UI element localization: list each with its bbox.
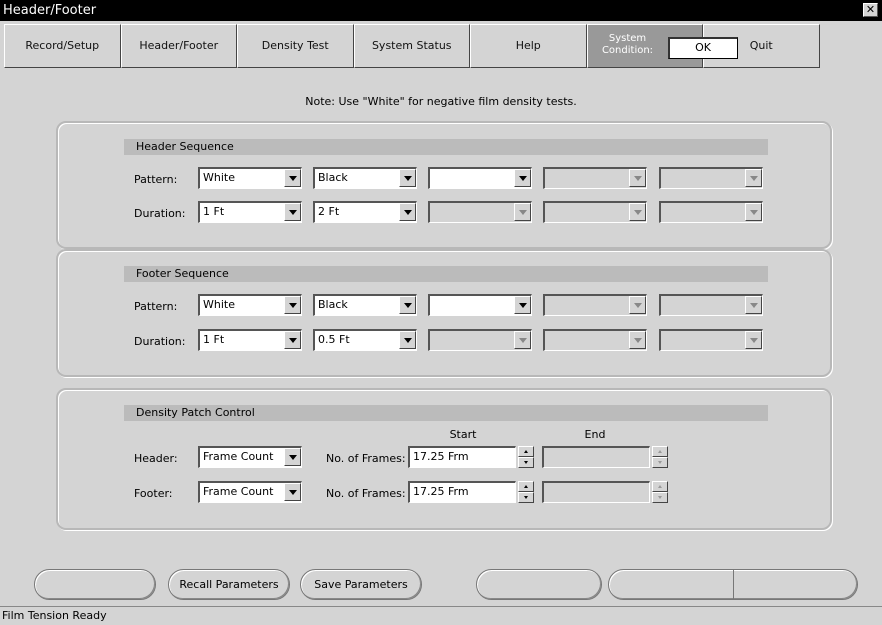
footer-duration-select-1[interactable]: 1 Ft	[198, 329, 302, 351]
chevron-down-icon[interactable]	[514, 331, 531, 349]
density-header-end-input[interactable]	[542, 446, 650, 468]
header-duration-select-1[interactable]: 1 Ft	[198, 201, 302, 223]
chevron-down-icon[interactable]	[745, 296, 762, 314]
spin-down-icon[interactable]	[518, 492, 534, 503]
chevron-down-icon[interactable]	[745, 203, 762, 221]
header-duration-select-4[interactable]	[543, 201, 647, 223]
density-footer-end-input[interactable]	[542, 481, 650, 503]
blank-button-1[interactable]	[34, 569, 156, 600]
button-divider	[733, 570, 734, 599]
header-pattern-label: Pattern:	[134, 173, 178, 186]
save-parameters-button[interactable]: Save Parameters	[300, 569, 422, 600]
chevron-down-icon[interactable]	[629, 169, 646, 187]
end-column-label: End	[584, 428, 606, 441]
density-footer-frames-label: No. of Frames:	[326, 487, 406, 500]
footer-duration-select-5[interactable]	[659, 329, 763, 351]
spin-up-icon[interactable]	[652, 446, 668, 457]
density-header-mode-select[interactable]: Frame Count	[198, 446, 302, 468]
chevron-down-icon[interactable]	[284, 296, 301, 314]
density-footer-mode-select[interactable]: Frame Count	[198, 481, 302, 503]
header-pattern-select-5[interactable]	[659, 167, 763, 189]
title-bar: Header/Footer ✕	[0, 0, 882, 21]
tab-header-footer[interactable]: Header/Footer	[120, 24, 237, 68]
spin-down-icon[interactable]	[652, 492, 668, 503]
chevron-down-icon[interactable]	[514, 169, 531, 187]
header-pattern-select-1[interactable]: White	[198, 167, 302, 189]
tab-help[interactable]: Help	[470, 24, 587, 68]
density-header-frames-label: No. of Frames:	[326, 452, 406, 465]
chevron-down-icon[interactable]	[399, 296, 416, 314]
chevron-down-icon[interactable]	[284, 448, 301, 466]
density-header-start-spinner[interactable]	[518, 446, 534, 468]
chevron-down-icon[interactable]	[629, 203, 646, 221]
tab-density-test[interactable]: Density Test	[237, 24, 354, 68]
system-condition: System Condition: OK	[586, 24, 738, 68]
spin-down-icon[interactable]	[652, 457, 668, 468]
blank-button-2[interactable]	[476, 569, 602, 600]
footer-sequence-title: Footer Sequence	[124, 266, 768, 282]
density-footer-start-spinner[interactable]	[518, 481, 534, 503]
header-duration-select-2[interactable]: 2 Ft	[313, 201, 417, 223]
header-pattern-select-2[interactable]: Black	[313, 167, 417, 189]
system-condition-value: OK	[667, 37, 738, 59]
tab-record-setup[interactable]: Record/Setup	[4, 24, 121, 68]
start-column-label: Start	[449, 428, 477, 441]
header-pattern-select-4[interactable]	[543, 167, 647, 189]
density-header-end-spinner[interactable]	[652, 446, 668, 468]
chevron-down-icon[interactable]	[399, 203, 416, 221]
header-duration-label: Duration:	[134, 207, 186, 220]
status-bar: Film Tension Ready	[0, 606, 882, 624]
chevron-down-icon[interactable]	[284, 331, 301, 349]
density-patch-title: Density Patch Control	[124, 405, 768, 421]
chevron-down-icon[interactable]	[745, 331, 762, 349]
close-button[interactable]: ✕	[863, 3, 878, 17]
system-condition-label: System Condition:	[601, 33, 654, 56]
header-pattern-select-3[interactable]	[428, 167, 532, 189]
spin-up-icon[interactable]	[652, 481, 668, 492]
spin-down-icon[interactable]	[518, 457, 534, 468]
footer-pattern-label: Pattern:	[134, 300, 178, 313]
main-nav: Record/Setup Header/Footer Density Test …	[4, 24, 878, 68]
chevron-down-icon[interactable]	[284, 169, 301, 187]
chevron-down-icon[interactable]	[284, 203, 301, 221]
chevron-down-icon[interactable]	[745, 169, 762, 187]
header-sequence-panel: Header Sequence Pattern: Duration: White…	[56, 121, 832, 249]
footer-duration-select-2[interactable]: 0.5 Ft	[313, 329, 417, 351]
footer-pattern-select-2[interactable]: Black	[313, 294, 417, 316]
footer-duration-select-3[interactable]	[428, 329, 532, 351]
density-header-start-input[interactable]: 17.25 Frm	[408, 446, 516, 468]
chevron-down-icon[interactable]	[514, 203, 531, 221]
footer-pattern-select-4[interactable]	[543, 294, 647, 316]
recall-parameters-button[interactable]: Recall Parameters	[168, 569, 290, 600]
density-footer-end-spinner[interactable]	[652, 481, 668, 503]
chevron-down-icon[interactable]	[399, 331, 416, 349]
chevron-down-icon[interactable]	[399, 169, 416, 187]
header-duration-select-5[interactable]	[659, 201, 763, 223]
spin-up-icon[interactable]	[518, 481, 534, 492]
header-duration-select-3[interactable]	[428, 201, 532, 223]
footer-pattern-select-5[interactable]	[659, 294, 763, 316]
density-footer-label: Footer:	[134, 487, 173, 500]
footer-duration-label: Duration:	[134, 335, 186, 348]
footer-sequence-panel: Footer Sequence Pattern: Duration: White…	[56, 249, 832, 377]
density-patch-panel: Density Patch Control Start End Header: …	[56, 388, 832, 530]
density-header-label: Header:	[134, 452, 178, 465]
close-icon: ✕	[865, 3, 876, 16]
chevron-down-icon[interactable]	[629, 331, 646, 349]
chevron-down-icon[interactable]	[284, 483, 301, 501]
status-text: Film Tension Ready	[2, 609, 107, 622]
note-text: Note: Use "White" for negative film dens…	[305, 95, 577, 108]
chevron-down-icon[interactable]	[629, 296, 646, 314]
tab-system-status[interactable]: System Status	[353, 24, 470, 68]
density-footer-start-input[interactable]: 17.25 Frm	[408, 481, 516, 503]
footer-duration-select-4[interactable]	[543, 329, 647, 351]
header-sequence-title: Header Sequence	[124, 139, 768, 155]
spin-up-icon[interactable]	[518, 446, 534, 457]
footer-pattern-select-1[interactable]: White	[198, 294, 302, 316]
blank-button-3[interactable]	[608, 569, 858, 600]
chevron-down-icon[interactable]	[514, 296, 531, 314]
window-title: Header/Footer	[3, 3, 97, 18]
footer-pattern-select-3[interactable]	[428, 294, 532, 316]
